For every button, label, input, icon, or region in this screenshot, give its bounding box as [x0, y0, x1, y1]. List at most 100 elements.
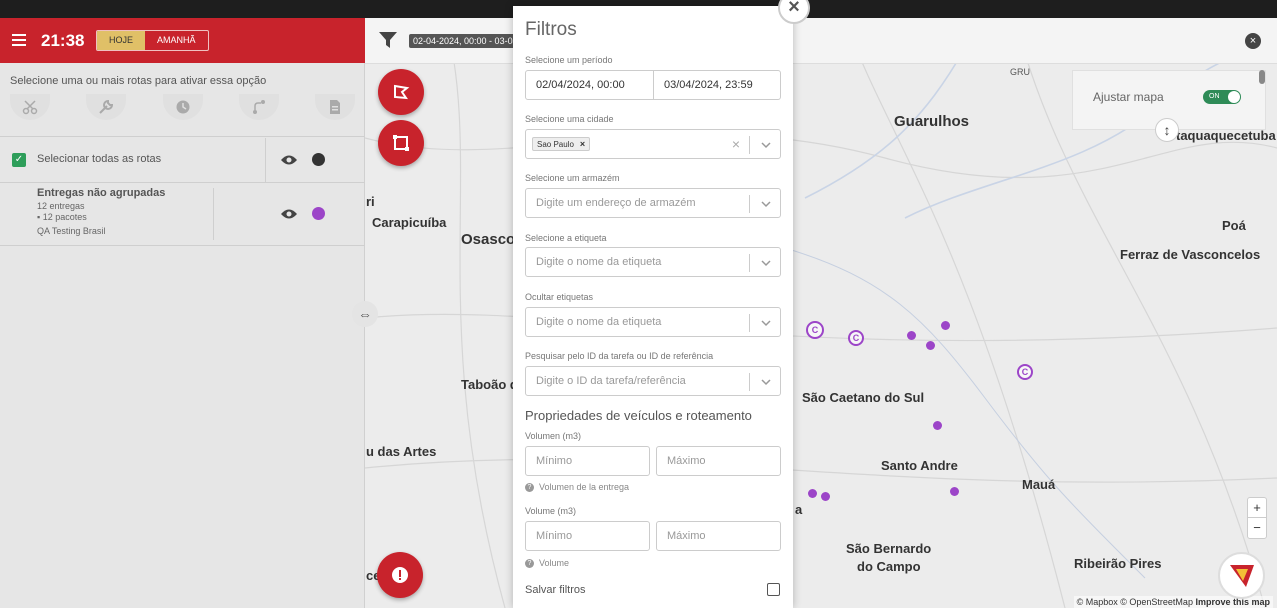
divider	[749, 136, 750, 154]
map-label-ferraz: Ferraz de Vasconcelos	[1120, 247, 1261, 262]
map-label-poa: Poá	[1222, 218, 1246, 233]
save-filters-checkbox[interactable]	[767, 583, 780, 596]
map-label-ribeirao: Ribeirão Pires	[1074, 556, 1162, 571]
vertical-resize-icon[interactable]: ↕	[1155, 118, 1179, 142]
select-all-row[interactable]: ✓ Selecionar todas as rotas	[0, 138, 365, 183]
export-route-button[interactable]	[315, 94, 355, 120]
period-end-value: 03/04/2024, 23:59	[664, 79, 753, 91]
help-icon: ?	[525, 558, 534, 568]
current-time: 21:38	[41, 31, 85, 50]
delivery-pin[interactable]	[821, 492, 830, 501]
map-scrollbar[interactable]	[1259, 70, 1265, 84]
chevron-down-icon[interactable]	[761, 199, 771, 209]
volume1-max-placeholder: Máximo	[667, 455, 706, 467]
eye-icon[interactable]	[280, 154, 298, 166]
divider	[265, 138, 266, 183]
panel-resize-handle[interactable]: ⇔	[352, 301, 378, 327]
chevron-down-icon[interactable]	[761, 140, 771, 150]
volume2-help: ? Volume	[525, 558, 569, 568]
alert-icon	[392, 567, 408, 583]
map-label-gru: GRU	[1010, 67, 1030, 77]
alert-button[interactable]	[377, 552, 423, 598]
divider	[0, 136, 365, 137]
task-id-select[interactable]: Digite o ID da tarefa/referência	[525, 366, 781, 396]
chevron-down-icon[interactable]	[761, 258, 771, 268]
modal-title: Filtros	[525, 19, 577, 40]
volume1-min-placeholder: Mínimo	[536, 455, 573, 467]
cluster-pin[interactable]: C	[848, 330, 864, 346]
delivery-pin[interactable]	[950, 487, 959, 496]
cluster-pin[interactable]: C	[1017, 364, 1033, 380]
zoom-in-button[interactable]: +	[1248, 498, 1266, 518]
filter-icon[interactable]	[379, 32, 397, 48]
map-filter-bar: 02-04-2024, 00:00 - 03-04-2024, 23:59 ×	[365, 18, 1277, 64]
eye-icon[interactable]	[280, 208, 298, 220]
all-routes-color-dot	[312, 153, 325, 166]
route-packages: ▪ 12 pacotes	[37, 212, 87, 222]
delivery-pin[interactable]	[941, 321, 950, 330]
hide-tag-label: Ocultar etiquetas	[525, 292, 594, 302]
chevron-down-icon[interactable]	[761, 318, 771, 328]
brand-badge[interactable]	[1218, 552, 1265, 599]
volume1-help-text: Volumen de la entrega	[539, 482, 630, 492]
chevron-down-icon[interactable]	[761, 377, 771, 387]
period-start-input[interactable]: 02/04/2024, 00:00	[526, 71, 654, 99]
zoom-out-button[interactable]: −	[1248, 518, 1266, 538]
divider	[749, 195, 750, 213]
clear-filters-icon[interactable]: ×	[1245, 33, 1261, 49]
attribution-text[interactable]: © Mapbox © OpenStreetMap	[1077, 597, 1193, 607]
warehouse-label: Selecione um armazém	[525, 173, 620, 183]
route-tools	[10, 94, 355, 120]
route-icon	[252, 100, 265, 114]
remove-tag-icon[interactable]: ×	[580, 139, 585, 149]
period-end-input[interactable]: 03/04/2024, 23:59	[654, 71, 782, 99]
period-label: Selecione um período	[525, 55, 613, 65]
map-label-sao-bernardo: São Bernardo	[846, 541, 932, 556]
delivery-pin[interactable]	[907, 331, 916, 340]
volume2-max-input[interactable]: Máximo	[656, 521, 781, 551]
delivery-pin[interactable]	[926, 341, 935, 350]
period-field: 02/04/2024, 00:00 03/04/2024, 23:59	[525, 70, 781, 100]
warehouse-select[interactable]: Digite um endereço de armazém	[525, 188, 781, 218]
tab-tomorrow[interactable]: AMANHÃ	[145, 31, 208, 50]
volume1-max-input[interactable]: Máximo	[656, 446, 781, 476]
map-label-santo-andre: Santo Andre	[881, 458, 958, 473]
route-title: Entregas não agrupadas	[37, 187, 166, 199]
tab-today[interactable]: HOJE	[97, 31, 146, 50]
draw-polygon-button[interactable]	[378, 69, 424, 115]
period-start-value: 02/04/2024, 00:00	[536, 79, 625, 91]
cluster-pin[interactable]: C	[806, 321, 824, 339]
split-route-button[interactable]	[10, 94, 50, 120]
city-select[interactable]: Sao Paulo × ×	[525, 129, 781, 159]
volume1-min-input[interactable]: Mínimo	[525, 446, 650, 476]
volume2-min-input[interactable]: Mínimo	[525, 521, 650, 551]
menu-icon[interactable]	[12, 34, 26, 46]
tag-select[interactable]: Digite o nome da etiqueta	[525, 247, 781, 277]
improve-map-link[interactable]: Improve this map	[1195, 597, 1270, 607]
active-filter-chip[interactable]: 02-04-2024, 00:00 - 03-04-2024, 23:59	[409, 34, 519, 48]
tag-placeholder: Digite o nome da etiqueta	[536, 256, 662, 268]
select-all-checkbox[interactable]: ✓	[12, 153, 26, 167]
map-label-guarulhos: Guarulhos	[894, 113, 970, 130]
city-tag-text: Sao Paulo	[537, 140, 574, 149]
volume1-label: Volumen (m3)	[525, 431, 582, 441]
routes-sidebar: 21:38 HOJE AMANHÃ Selecione uma ou mais …	[0, 18, 365, 608]
city-tag: Sao Paulo ×	[532, 137, 591, 151]
adjust-map-toggle[interactable]: ON	[1203, 90, 1241, 104]
delivery-pin[interactable]	[808, 489, 817, 498]
draw-rectangle-button[interactable]	[378, 120, 424, 166]
adjust-map-label: Ajustar mapa	[1093, 90, 1164, 104]
reorder-route-button[interactable]	[238, 94, 279, 120]
hide-tag-select[interactable]: Digite o nome da etiqueta	[525, 307, 781, 337]
edit-route-button[interactable]	[86, 94, 127, 120]
clear-city-icon[interactable]: ×	[732, 136, 740, 152]
delivery-pin[interactable]	[933, 421, 942, 430]
map-label-itaquaquecetuba: taquaquecetuba	[1176, 128, 1276, 143]
select-all-label: Selecionar todas as rotas	[37, 153, 162, 165]
route-packages-text: 12 pacotes	[42, 212, 87, 222]
brand-logo-icon	[1229, 564, 1254, 587]
vehicle-section-title: Propriedades de veículos e roteamento	[525, 408, 752, 423]
help-icon: ?	[525, 482, 534, 492]
route-company: QA Testing Brasil	[37, 226, 106, 236]
schedule-route-button[interactable]	[162, 94, 203, 120]
